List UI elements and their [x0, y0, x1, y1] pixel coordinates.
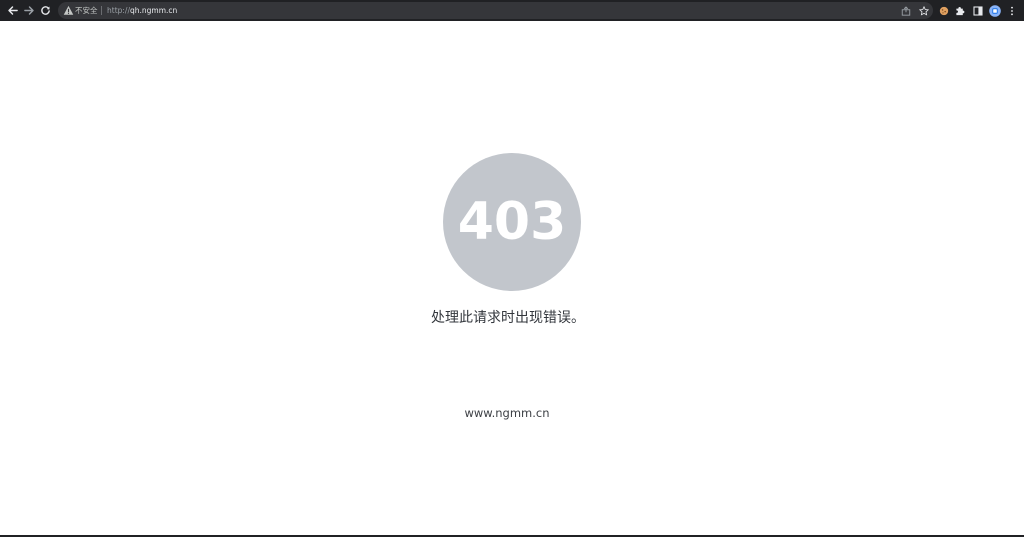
star-icon — [918, 5, 929, 16]
forward-button[interactable] — [22, 3, 37, 18]
url-host: qh.ngmm.cn — [129, 6, 178, 15]
reload-icon — [41, 6, 50, 15]
error-code: 403 — [457, 192, 567, 252]
not-secure-label[interactable]: 不安全 — [75, 2, 98, 19]
error-code-circle: 403 — [443, 153, 581, 291]
error-message: 处理此请求时出现错误。 — [431, 310, 585, 326]
share-icon — [901, 5, 910, 16]
url-scheme: http:// — [107, 6, 130, 15]
back-button[interactable] — [5, 3, 20, 18]
profile-avatar-icon — [988, 4, 1001, 17]
forward-arrow-icon — [24, 6, 34, 15]
side-panel-icon — [972, 5, 983, 16]
cookie-extension-icon — [939, 6, 948, 15]
warning-triangle-icon[interactable] — [63, 5, 74, 16]
extensions-button[interactable] — [953, 3, 968, 18]
back-arrow-icon — [8, 6, 18, 15]
cookie-extension-button[interactable] — [936, 3, 951, 18]
bookmark-button[interactable] — [916, 3, 931, 18]
share-button[interactable] — [898, 3, 913, 18]
menu-button[interactable] — [1004, 3, 1019, 18]
url-text[interactable]: http://qh.ngmm.cn — [107, 2, 177, 19]
page-content: 403 处理此请求时出现错误。 www.ngmm.cn — [0, 21, 1024, 535]
reload-button[interactable] — [38, 3, 53, 18]
address-bar[interactable]: 不安全 http://qh.ngmm.cn — [58, 2, 933, 19]
profile-button[interactable] — [987, 3, 1002, 18]
kebab-menu-icon — [1010, 6, 1013, 15]
side-panel-button[interactable] — [970, 3, 985, 18]
puzzle-piece-icon — [956, 7, 965, 16]
site-domain: www.ngmm.cn — [464, 406, 550, 420]
browser-toolbar: 不安全 http://qh.ngmm.cn — [0, 0, 1024, 21]
url-separator — [101, 6, 102, 15]
